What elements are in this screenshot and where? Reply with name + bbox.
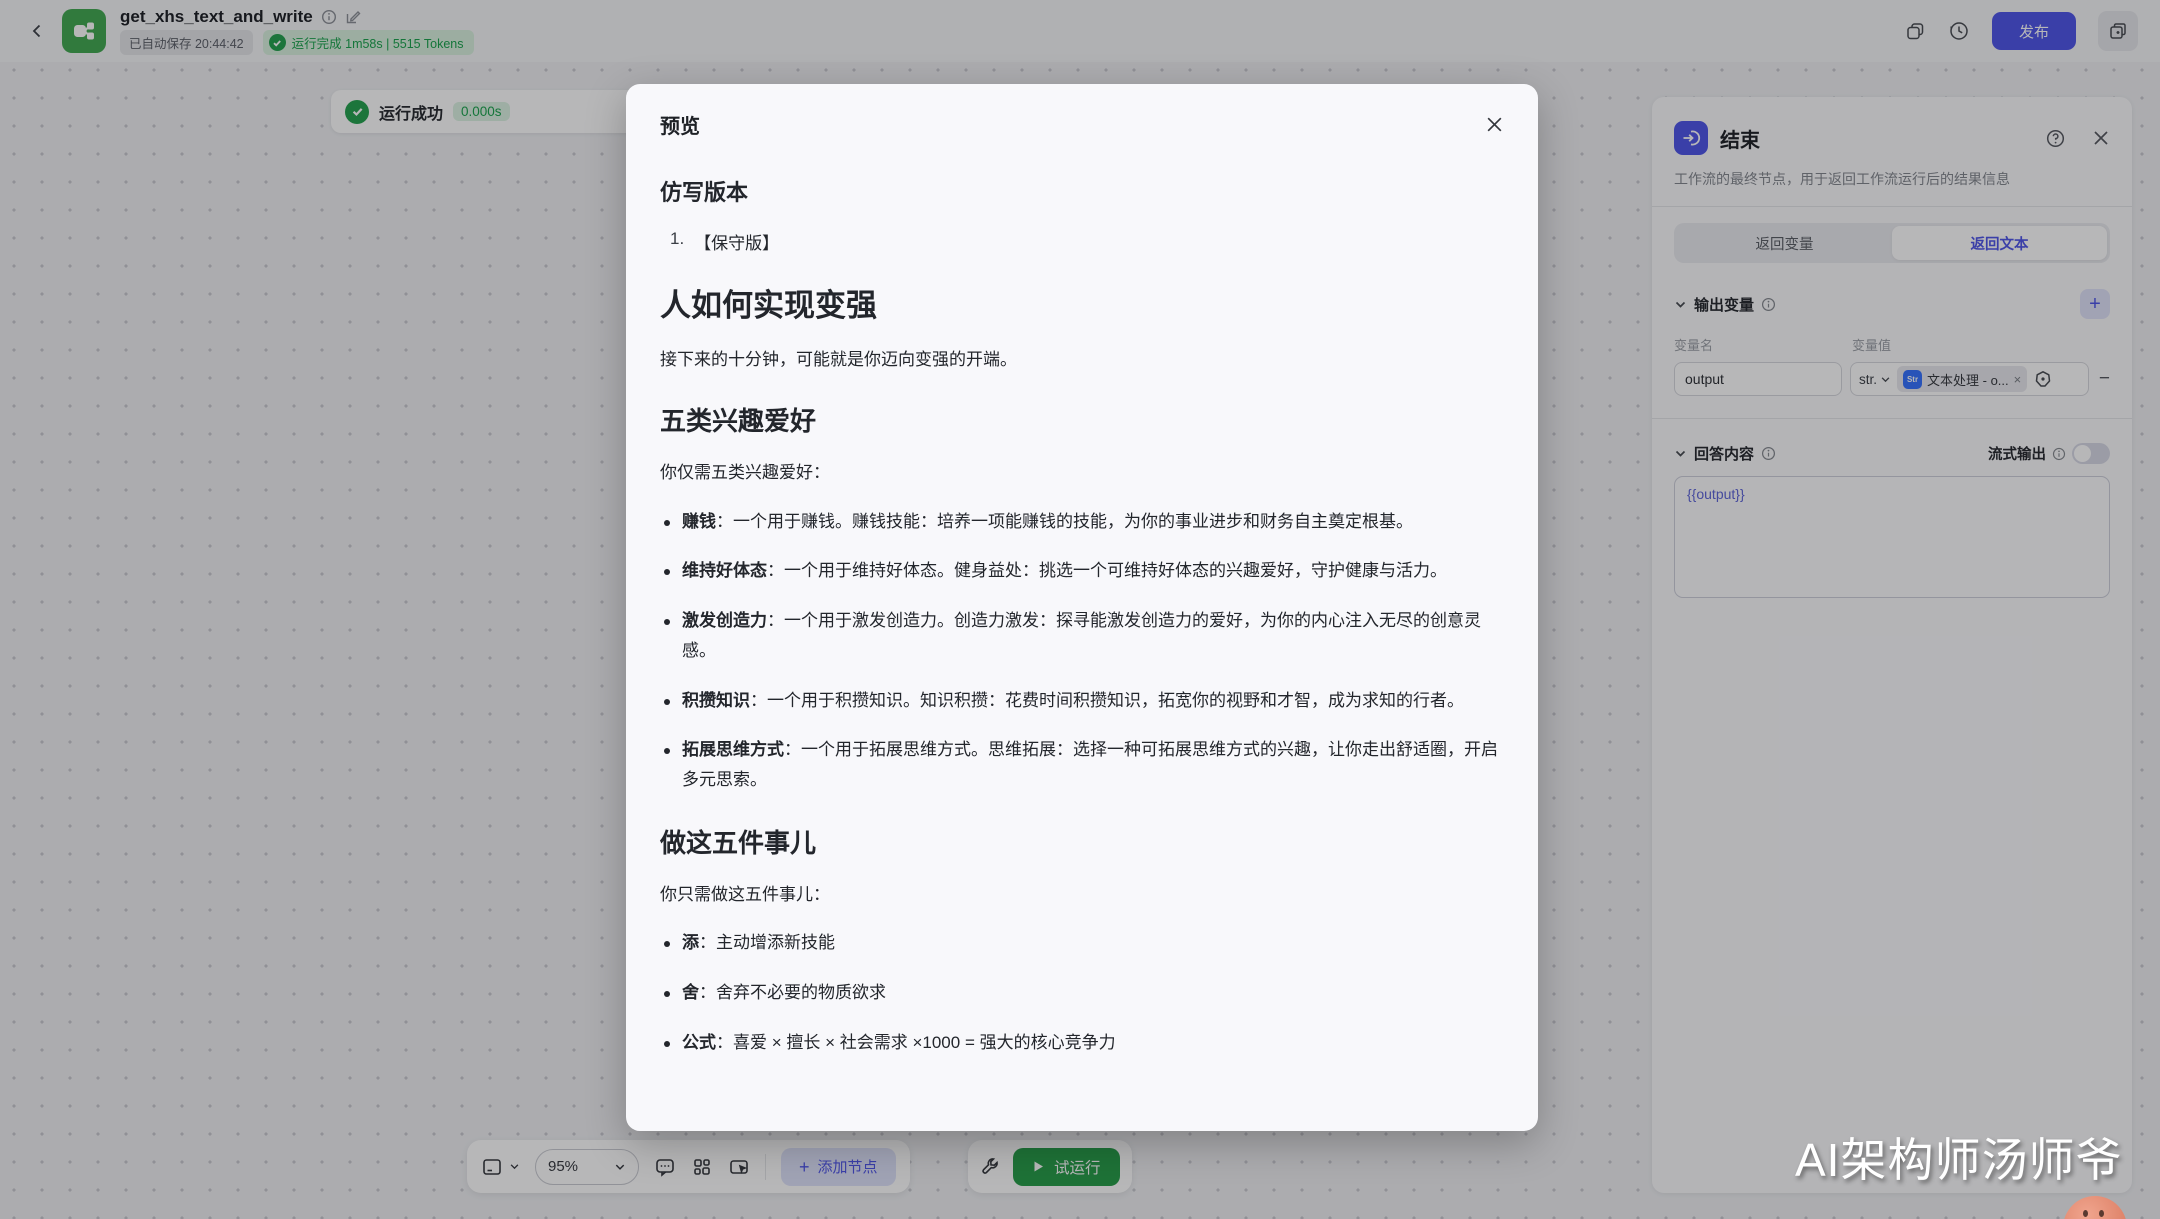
doc-h1: 人如何实现变强 — [660, 288, 877, 323]
list-item: 积攒知识：一个用于积攒知识。知识积攒：花费时间积攒知识，拓宽你的视野和才智，成为… — [660, 686, 1504, 716]
list-item: 舍：舍弃不必要的物质欲求 — [660, 978, 1504, 1008]
avatar-eye — [2083, 1210, 2088, 1217]
list-item: 激发创造力：一个用于激发创造力。创造力激发：探寻能激发创造力的爱好，为你的内心注… — [660, 606, 1504, 666]
avatar-eye — [2099, 1210, 2104, 1217]
list-item: 公式：喜爱 × 擅长 × 社会需求 ×1000 = 强大的核心竞争力 — [660, 1028, 1504, 1058]
watermark-text: AI架构师汤师爷 — [1795, 1134, 2123, 1186]
ordered-item: 1. 【保守版】 — [670, 229, 780, 253]
doc-section-heading: 仿写版本 — [660, 180, 749, 205]
modal-close-icon[interactable] — [1485, 115, 1504, 134]
doc-h2-actions: 做这五件事儿 — [660, 827, 817, 858]
list-item: 添：主动增添新技能 — [660, 928, 1504, 958]
action-list: 添：主动增添新技能 舍：舍弃不必要的物质欲求 公式：喜爱 × 擅长 × 社会需求 ×… — [660, 928, 1504, 1057]
modal-title: 预览 — [660, 116, 700, 138]
doc-h2-hobbies: 五类兴趣爱好 — [660, 406, 817, 437]
doc-hobbies-lead: 你仅需五类兴趣爱好： — [660, 463, 830, 483]
doc-actions-lead: 你只需做这五件事儿： — [660, 884, 830, 904]
list-item: 维持好体态：一个用于维持好体态。健身益处：挑选一个可维持好体态的兴趣爱好，守护健… — [660, 556, 1504, 586]
preview-document: 仿写版本 1. 【保守版】 人如何实现变强 接下来的十分钟，可能就是你迈向变强的… — [660, 175, 1504, 1058]
list-item: 赚钱：一个用于赚钱。赚钱技能：培养一项能赚钱的技能，为你的事业进步和财务自主奠定… — [660, 507, 1504, 537]
doc-intro: 接下来的十分钟，可能就是你迈向变强的开端。 — [660, 350, 1017, 369]
list-item: 拓展思维方式：一个用于拓展思维方式。思维拓展：选择一种可拓展思维方式的兴趣，让你… — [660, 735, 1504, 795]
preview-modal: 预览 仿写版本 1. 【保守版】 人如何实现变强 接下来的十分钟，可能就是你迈向… — [626, 84, 1538, 1131]
hobby-list: 赚钱：一个用于赚钱。赚钱技能：培养一项能赚钱的技能，为你的事业进步和财务自主奠定… — [660, 507, 1504, 795]
